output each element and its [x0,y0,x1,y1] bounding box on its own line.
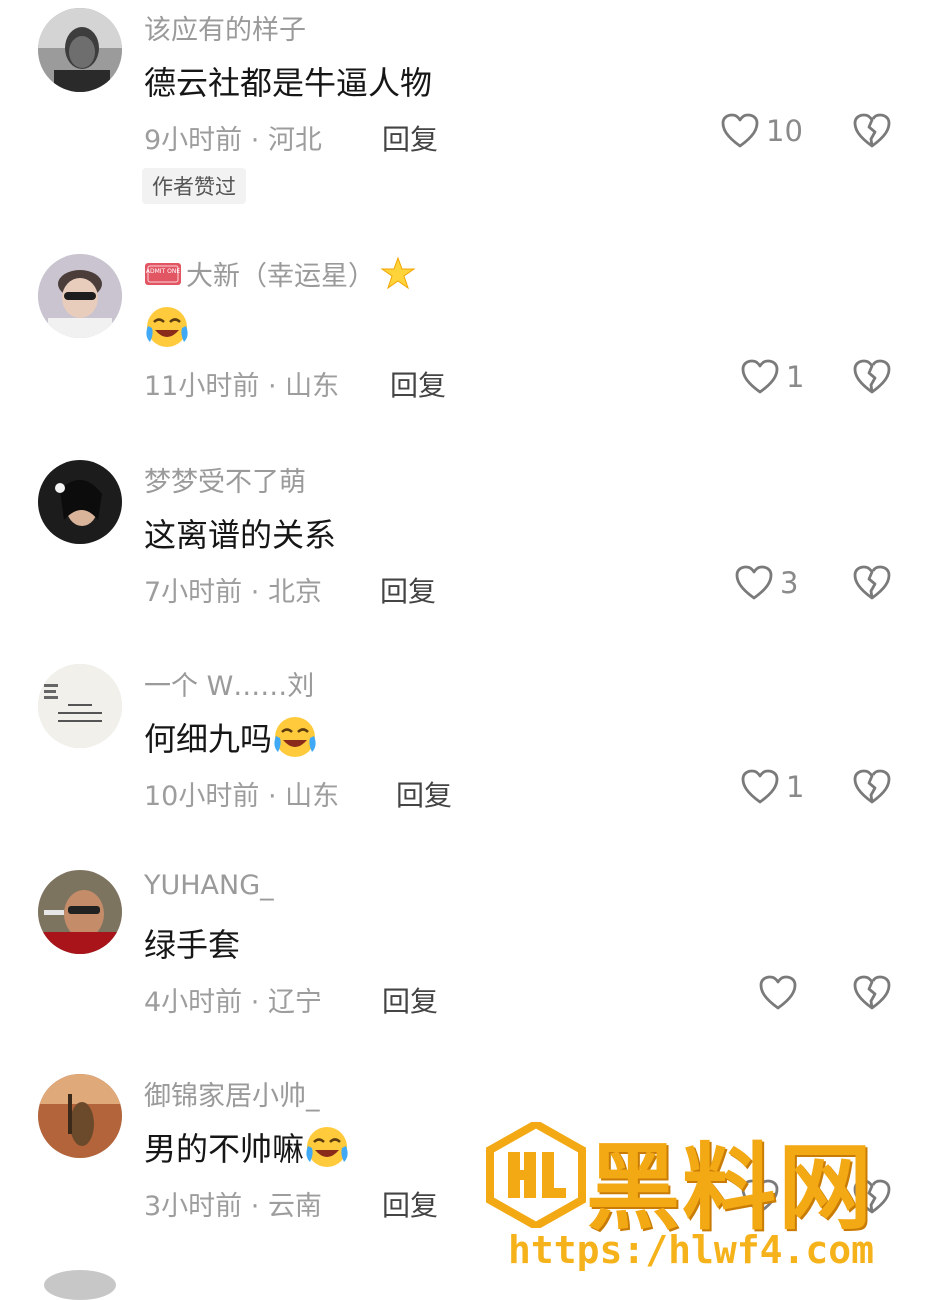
comment-item: 该应有的样子 德云社都是牛逼人物 9小时前 · 河北 回复 10 作者赞过 [0,0,932,204]
comment-item: 一个 W……刘 何细九吗 10小时前 · 山东 回复 1 [0,656,932,860]
comment-item: YUHANG_ 绿手套 4小时前 · 辽宁 回复 [0,862,932,1066]
comment-meta: 3小时前 · 云南 [144,1191,322,1222]
like-button[interactable] [758,974,804,1012]
heart-outline-icon [741,359,779,394]
comment-item: 梦梦受不了萌 这离谱的关系 7小时前 · 北京 回复 3 [0,452,932,656]
comment-meta: 4小时前 · 辽宁 [144,987,322,1018]
comment-text: 这离谱的关系 [144,516,337,554]
broken-heart-icon [853,975,891,1010]
username[interactable]: 梦梦受不了萌 [144,460,306,499]
dislike-button[interactable] [852,974,892,1016]
reply-button[interactable]: 回复 [382,980,438,1020]
avatar[interactable] [38,664,122,748]
avatar[interactable] [38,254,122,338]
heart-outline-icon [741,769,779,804]
dislike-button[interactable] [852,564,892,606]
like-button[interactable]: 1 [740,358,804,396]
username[interactable]: 一个 W……刘 [144,664,314,703]
admit-one-ticket-icon: ADMIT ONE [144,259,182,289]
username[interactable]: YUHANG_ [144,870,274,901]
reply-button[interactable]: 回复 [396,774,452,814]
avatar[interactable] [38,8,122,92]
reply-button[interactable]: 回复 [382,1184,438,1224]
reply-button[interactable]: 回复 [382,118,438,158]
comment-item: ADMIT ONE 大新（幸运星） 11小时前 · 山东 回复 1 [0,246,932,450]
heart-outline-icon [759,975,797,1010]
avatar[interactable] [38,460,122,544]
broken-heart-icon [853,359,891,394]
username[interactable]: 该应有的样子 [144,8,306,47]
like-count: 10 [766,114,803,148]
broken-heart-icon [853,113,891,148]
heart-outline-icon [735,565,773,600]
glowing-star-icon [379,255,417,293]
avatar[interactable] [44,1270,116,1300]
dislike-button[interactable] [852,112,892,154]
like-count: 1 [786,360,805,394]
crying-laughing-emoji [304,1124,350,1170]
watermark: 黑料网 https:/hlwf4.com [486,1118,926,1280]
dislike-button[interactable] [852,768,892,810]
broken-heart-icon [853,769,891,804]
avatar[interactable] [38,1074,122,1158]
comment-meta: 9小时前 · 河北 [144,125,322,156]
like-count: 3 [780,566,799,600]
username[interactable]: ADMIT ONE 大新（幸运星） [144,254,417,293]
like-count: 1 [786,770,805,804]
heart-outline-icon [721,113,759,148]
comment-text: 绿手套 [144,926,241,964]
comment-meta: 7小时前 · 北京 [144,577,322,608]
reply-button[interactable]: 回复 [390,364,446,404]
username[interactable]: 御锦家居小帅_ [144,1074,320,1113]
crying-laughing-emoji [272,714,318,760]
comment-text: 德云社都是牛逼人物 [144,64,433,102]
comment-meta: 10小时前 · 山东 [144,781,340,812]
dislike-button[interactable] [852,358,892,400]
watermark-logo-icon [486,1122,586,1228]
reply-button[interactable]: 回复 [380,570,436,610]
watermark-url: https:/hlwf4.com [508,1228,875,1272]
comment-text: 何细九吗 [144,714,318,760]
crying-laughing-emoji [144,304,190,350]
like-button[interactable]: 10 [720,112,803,150]
broken-heart-icon [853,565,891,600]
comment-text: 男的不帅嘛 [144,1124,350,1170]
avatar[interactable] [38,870,122,954]
author-liked-tag: 作者赞过 [142,168,246,204]
like-button[interactable]: 1 [740,768,804,806]
comment-text [144,304,190,350]
like-button[interactable]: 3 [734,564,798,602]
comment-meta: 11小时前 · 山东 [144,371,340,402]
svg-text:ADMIT ONE: ADMIT ONE [146,268,180,275]
